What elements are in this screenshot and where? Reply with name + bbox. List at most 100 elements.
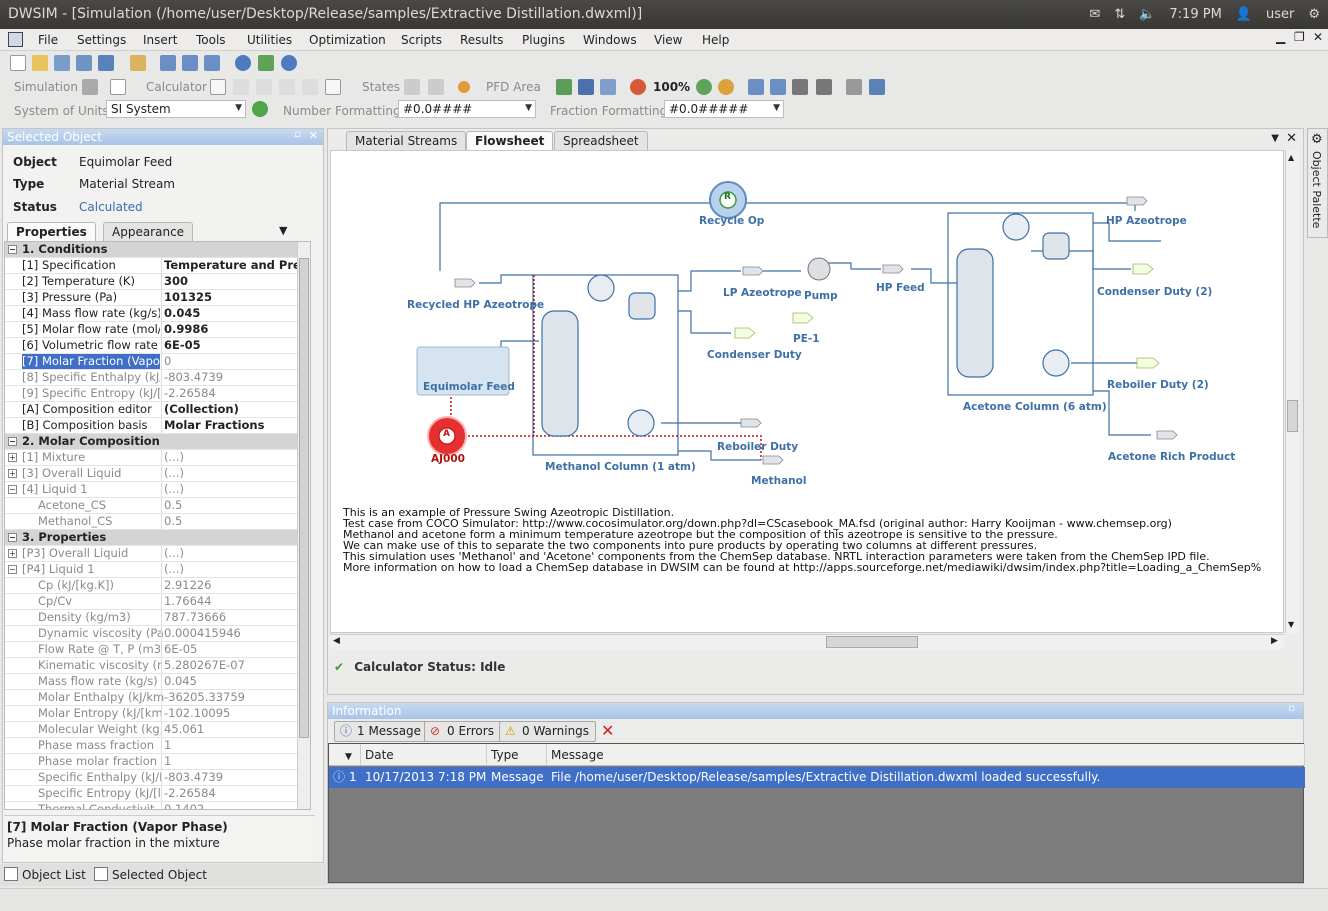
network-icon[interactable]: ⇅ <box>1114 0 1125 29</box>
menu-help[interactable]: Help <box>702 33 729 47</box>
grid-value[interactable]: (Collection) <box>161 402 299 417</box>
warnings-button[interactable]: ⚠ 0 Warnings <box>499 721 597 742</box>
grid-value[interactable]: (...) <box>161 466 299 481</box>
header-date[interactable]: Date <box>361 744 487 766</box>
tab-menu-icon[interactable]: ▼ <box>1271 133 1279 144</box>
object-palette-tab[interactable]: ⚙ Object Palette <box>1307 128 1328 238</box>
grid-value[interactable]: 0.5 <box>161 498 299 513</box>
collapse-icon[interactable]: − <box>8 565 17 574</box>
grid-value[interactable]: Temperature and Pre <box>161 258 299 273</box>
save-all-icon[interactable] <box>98 55 114 71</box>
pin-icon[interactable]: ▫ <box>294 129 301 140</box>
zoom-in-icon[interactable] <box>696 79 712 95</box>
mail-icon[interactable]: ✉ <box>1089 0 1100 29</box>
grid-category[interactable]: −1. Conditions <box>5 242 299 258</box>
stop-icon[interactable] <box>256 79 272 95</box>
collapse-icon[interactable]: − <box>8 437 17 446</box>
grid-row[interactable]: Flow Rate @ T, P (m3 6E-05 <box>5 642 299 658</box>
label-recycled-hp[interactable]: Recycled HP Azeotrope <box>407 299 544 311</box>
menu-scripts[interactable]: Scripts <box>401 33 442 47</box>
menu-file[interactable]: File <box>38 33 58 47</box>
grid-value[interactable]: 6E-05 <box>161 642 299 657</box>
label-pump[interactable]: Pump <box>804 290 838 302</box>
grid-row[interactable]: [8] Specific Enthalpy (kJ/-803.4739 <box>5 370 299 386</box>
label-recycle-op[interactable]: Recycle Op <box>699 215 764 227</box>
save-icon[interactable] <box>54 55 70 71</box>
grid-row[interactable]: + [1] Mixture (...) <box>5 450 299 466</box>
close-icon[interactable]: ✕ <box>1313 30 1323 44</box>
clear-messages-icon[interactable]: ✕ <box>601 721 614 740</box>
grid-value[interactable]: 2.91226 <box>161 578 299 593</box>
menu-settings[interactable]: Settings <box>77 33 126 47</box>
grid-value[interactable]: (...) <box>161 482 299 497</box>
grid-value[interactable]: (...) <box>161 546 299 561</box>
grid-value[interactable]: Molar Fractions <box>161 418 299 433</box>
grid-value[interactable]: -36205.33759 <box>161 690 299 705</box>
collapse-icon[interactable]: − <box>8 533 17 542</box>
gear-icon[interactable]: ⚙ <box>1308 0 1320 29</box>
grid-row[interactable]: + [3] Overall Liquid (...) <box>5 466 299 482</box>
collapse-icon[interactable]: − <box>8 245 17 254</box>
grid-value[interactable]: 0 <box>161 354 299 369</box>
grid-row[interactable]: [B] Composition basis Molar Fractions <box>5 418 299 434</box>
export-icon[interactable] <box>770 79 786 95</box>
clock[interactable]: 7:19 PM <box>1169 0 1221 29</box>
grid-row[interactable]: [2] Temperature (K) 300 <box>5 274 299 290</box>
grid-row[interactable]: Kinematic viscosity (r 5.280267E-07 <box>5 658 299 674</box>
units-select[interactable]: SI System ▼ <box>106 100 246 118</box>
grid-row[interactable]: Density (kg/m3) 787.73666 <box>5 610 299 626</box>
label-pe1[interactable]: PE-1 <box>793 333 820 345</box>
minimize-icon[interactable]: ▁ <box>1276 30 1285 44</box>
grid-value[interactable]: -2.26584 <box>161 386 299 401</box>
grid-value[interactable]: 6E-05 <box>161 338 299 353</box>
table-row[interactable]: ⓘ 1 10/17/2013 7:18 PM Message File /hom… <box>329 767 1305 788</box>
grid-row[interactable]: − [4] Liquid 1 (...) <box>5 482 299 498</box>
label-reboiler-duty-2[interactable]: Reboiler Duty (2) <box>1107 379 1209 391</box>
grid-icon[interactable] <box>846 79 862 95</box>
canvas-vscrollbar[interactable]: ▲ ▼ <box>1285 150 1299 633</box>
menu-view[interactable]: View <box>654 33 682 47</box>
volume-icon[interactable]: 🔈 <box>1139 0 1155 29</box>
tab-object-list[interactable]: Object List <box>22 868 86 882</box>
grid-row[interactable]: [5] Molar flow rate (mol/0.9986 <box>5 322 299 338</box>
grid-row[interactable]: + [P3] Overall Liquid (...) <box>5 546 299 562</box>
grid-row[interactable]: Cp/Cv 1.76644 <box>5 594 299 610</box>
grid-row[interactable]: Molar Entropy (kJ/[km -102.10095 <box>5 706 299 722</box>
restore-state-icon[interactable] <box>428 79 444 95</box>
save-as-icon[interactable] <box>76 55 92 71</box>
grid-row[interactable]: Molar Enthalpy (kJ/km -36205.33759 <box>5 690 299 706</box>
cascade-icon[interactable] <box>160 55 176 71</box>
grid-row[interactable]: [4] Mass flow rate (kg/s) 0.045 <box>5 306 299 322</box>
grid-row[interactable]: [1] Specification Temperature and Pre <box>5 258 299 274</box>
recycle-bin-icon[interactable] <box>258 55 274 71</box>
add-units-icon[interactable] <box>252 101 268 117</box>
grid-value[interactable]: -2.26584 <box>161 786 299 801</box>
play-icon[interactable] <box>210 79 226 95</box>
label-equimolar-feed[interactable]: Equimolar Feed <box>423 381 515 393</box>
label-reboiler-duty[interactable]: Reboiler Duty <box>717 441 798 453</box>
tab-material-streams[interactable]: Material Streams <box>346 131 467 151</box>
calc-mode-icon[interactable] <box>325 79 341 95</box>
expand-icon[interactable]: + <box>8 469 17 478</box>
grid-row[interactable]: Mass flow rate (kg/s) 0.045 <box>5 674 299 690</box>
tile-vertical-icon[interactable] <box>182 55 198 71</box>
grid-row[interactable]: Specific Entropy (kJ/[l -2.26584 <box>5 786 299 802</box>
label-lp-azeotrope[interactable]: LP Azeotrope <box>723 287 802 299</box>
grid-value[interactable]: 300 <box>161 274 299 289</box>
help-icon[interactable] <box>235 55 251 71</box>
grid-value[interactable]: 45.061 <box>161 722 299 737</box>
grid-scroll-thumb[interactable] <box>299 258 309 738</box>
expand-icon[interactable]: + <box>8 549 17 558</box>
insert-table-icon[interactable] <box>600 79 616 95</box>
grid-value[interactable]: 0.000415946 <box>161 626 299 641</box>
step-icon[interactable] <box>302 79 318 95</box>
grid-row[interactable]: Cp (kJ/[kg.K]) 2.91226 <box>5 578 299 594</box>
label-hp-azeotrope[interactable]: HP Azeotrope <box>1106 215 1187 227</box>
align-icon[interactable] <box>748 79 764 95</box>
grid-row[interactable]: [3] Pressure (Pa) 101325 <box>5 290 299 306</box>
grid-value[interactable]: 1 <box>161 754 299 769</box>
hscroll-thumb[interactable] <box>826 636 918 648</box>
scroll-up-icon[interactable]: ▲ <box>1288 153 1294 162</box>
grid-value[interactable]: 0.9986 <box>161 322 299 337</box>
new-file-icon[interactable] <box>10 55 26 71</box>
